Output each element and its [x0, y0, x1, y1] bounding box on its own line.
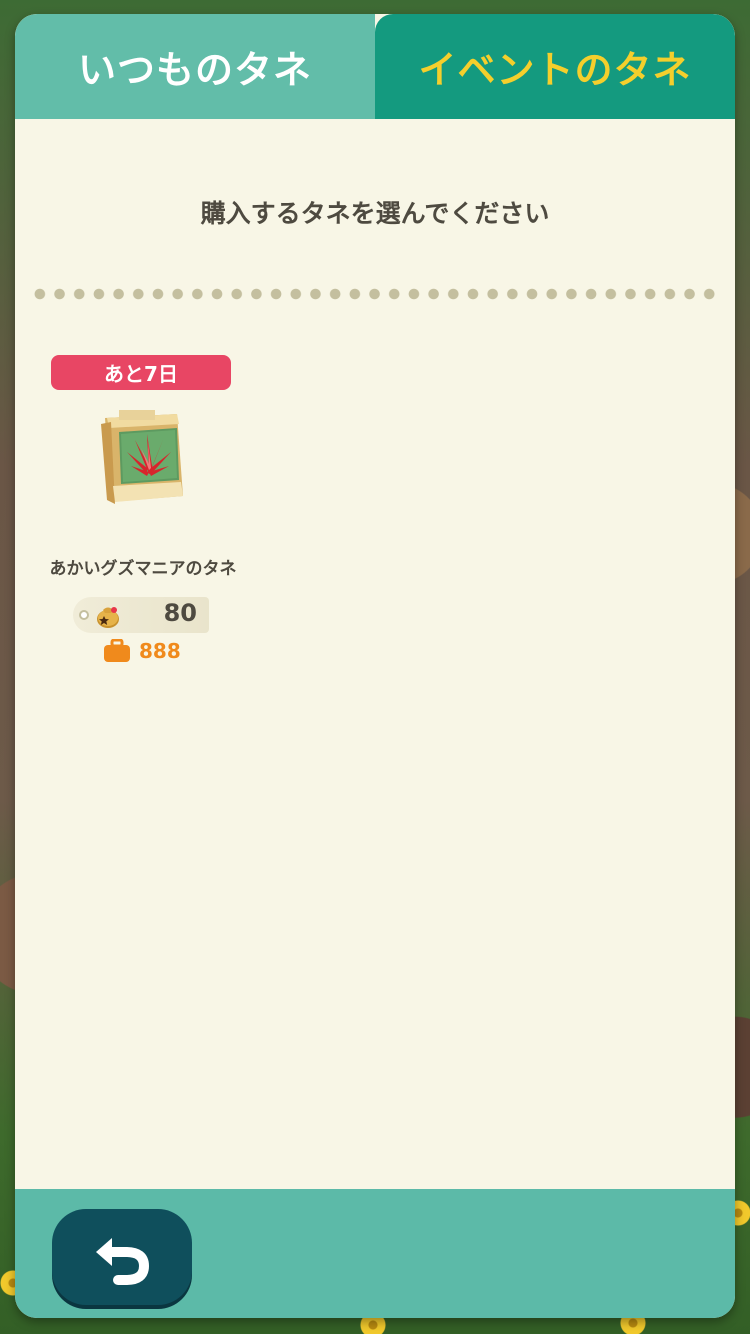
inventory-bag-icon	[104, 639, 130, 662]
back-arrow-icon	[96, 1238, 150, 1285]
seed-shop-panel: いつものタネ イベントのタネ 購入するタネを選んでください あと7日 あかいグズ…	[15, 14, 735, 1318]
tab-bar: いつものタネ イベントのタネ	[15, 14, 735, 119]
days-left-badge: あと7日	[51, 355, 231, 390]
footer-bar	[15, 1189, 735, 1318]
seed-item-card[interactable]: あと7日 あかいグズマニアのタネ 80 888	[45, 354, 237, 674]
tag-hole	[79, 610, 89, 620]
tab-regular-seeds[interactable]: いつものタネ	[15, 14, 375, 119]
seed-item-name: あかいグズマニアのタネ	[49, 559, 237, 579]
price-tag: 80	[73, 597, 209, 633]
bell-bag-icon	[97, 607, 119, 628]
owned-count: 888	[103, 638, 181, 664]
price-value: 80	[163, 599, 197, 627]
owned-value: 888	[139, 639, 181, 663]
red-guzmania-seed-bag-icon	[101, 410, 183, 504]
instruction-text: 購入するタネを選んでください	[200, 199, 550, 228]
back-button[interactable]	[52, 1209, 192, 1305]
dotted-divider	[30, 288, 720, 300]
tab-regular-label: いつものタネ	[77, 48, 312, 92]
tab-event-seeds[interactable]: イベントのタネ	[375, 14, 735, 119]
tab-event-label: イベントのタネ	[418, 48, 692, 92]
